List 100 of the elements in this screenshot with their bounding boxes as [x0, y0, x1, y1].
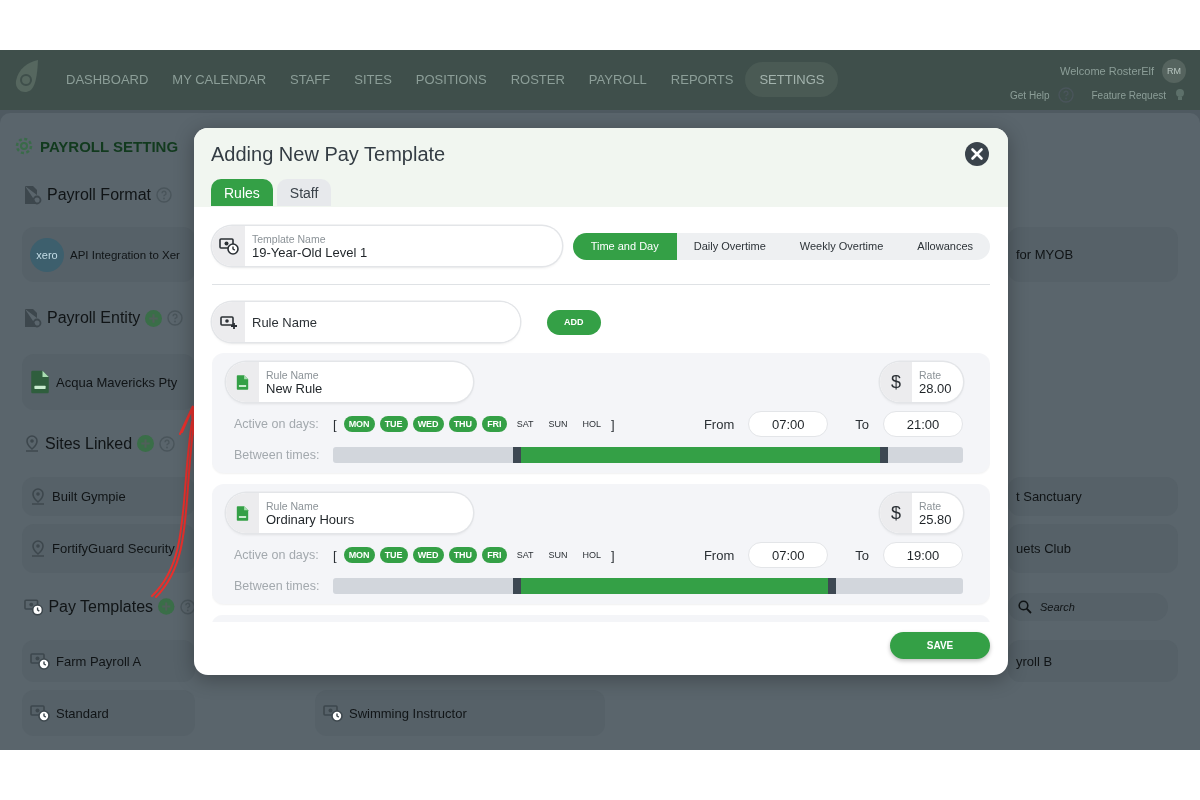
nav-tab[interactable]: SETTINGS [745, 62, 839, 97]
from-time-field[interactable]: 07:00 [748, 542, 829, 568]
add-button[interactable]: ADD [547, 309, 601, 335]
money-clock-icon [218, 237, 239, 255]
nav-tab[interactable]: MY CALENDAR [160, 64, 279, 95]
plus-icon[interactable] [145, 309, 163, 327]
nav-tab[interactable]: SITES [342, 64, 404, 95]
location-pin-icon [24, 434, 40, 453]
list-item[interactable]: Swimming Instructor [315, 690, 605, 736]
day-toggle[interactable]: SAT [511, 416, 539, 432]
search-icon [1018, 599, 1032, 614]
day-toggle[interactable]: FRI [482, 416, 507, 432]
day-toggle[interactable]: SAT [511, 547, 539, 563]
rate-field[interactable]: $ Rate 25.80 [880, 493, 963, 533]
list-item[interactable]: xero API Integration to Xer [22, 227, 195, 282]
slider-handle[interactable] [512, 578, 521, 594]
nav-tab[interactable]: POSITIONS [403, 64, 499, 95]
csv-file-icon [236, 373, 249, 391]
plus-icon[interactable] [137, 435, 155, 452]
nav-tab[interactable]: ROSTER [498, 64, 577, 95]
list-item[interactable]: Standard [22, 690, 195, 736]
item-label: yroll B [1016, 653, 1053, 669]
time-range-slider[interactable] [333, 447, 963, 463]
day-toggle[interactable]: MON [343, 547, 375, 563]
nav-tab[interactable]: PAYROLL [576, 64, 659, 95]
rule-type-tab[interactable]: Time and Day [572, 232, 677, 260]
to-time-field[interactable]: 19:00 [883, 542, 963, 568]
list-item[interactable]: FortifyGuard Security [22, 524, 195, 573]
day-toggle[interactable]: THU [448, 547, 478, 563]
list-item[interactable]: for MYOB [1008, 227, 1178, 282]
logo-icon[interactable] [14, 59, 40, 93]
day-toggle[interactable]: MON [343, 416, 375, 432]
day-toggle[interactable]: SUN [543, 416, 573, 432]
time-range-slider[interactable] [333, 578, 963, 594]
tab[interactable]: Rules [211, 179, 273, 206]
days-label: Active on days: [234, 548, 320, 562]
rule-name-field[interactable]: Rule Name New Rule [226, 362, 473, 402]
rule-name-input[interactable]: Rule Name [212, 302, 520, 342]
slider-handle[interactable] [512, 447, 521, 463]
day-toggle[interactable]: HOL [577, 547, 606, 563]
close-icon[interactable] [965, 142, 989, 166]
list-item[interactable]: yroll B [1008, 640, 1178, 682]
item-label: t Sanctuary [1016, 489, 1082, 504]
rate-field[interactable]: $ Rate 28.00 [880, 362, 963, 402]
money-clock-icon [30, 704, 50, 722]
user-avatar[interactable]: RM [1162, 59, 1186, 83]
location-pin-icon [30, 487, 46, 506]
day-toggle[interactable]: SUN [543, 547, 573, 563]
save-button[interactable]: SAVE [890, 632, 990, 659]
item-label: Standard [56, 705, 109, 721]
help-icon[interactable] [179, 598, 195, 615]
csv-file-icon [236, 504, 249, 522]
nav-tab[interactable]: STAFF [278, 64, 343, 95]
rule-name-field[interactable]: Rule Name Ordinary Hours [226, 493, 473, 533]
help-link[interactable]: Get Help [1010, 89, 1050, 101]
settings-icon [14, 136, 34, 156]
bracket: ] [611, 416, 615, 432]
bracket: [ [333, 547, 337, 563]
tab[interactable]: Staff [276, 179, 332, 206]
list-item[interactable]: uets Club [1008, 524, 1178, 573]
from-label: From [703, 416, 735, 432]
list-item[interactable]: t Sanctuary [1008, 477, 1178, 516]
bracket: ] [611, 547, 615, 563]
rule-type-tab[interactable]: Weekly Overtime [782, 232, 901, 260]
item-label: Built Gympie [52, 489, 126, 504]
slider-handle[interactable] [880, 447, 889, 463]
item-label: API Integration to Xer [70, 248, 180, 261]
item-label: Swimming Instructor [349, 705, 467, 721]
rule-type-tab[interactable]: Allowances [900, 232, 990, 260]
logo: xero [30, 237, 64, 272]
to-label: To [855, 547, 869, 563]
day-toggle[interactable]: THU [448, 416, 478, 432]
to-time-field[interactable]: 21:00 [883, 411, 963, 437]
days-label: Active on days: [234, 417, 320, 431]
list-item[interactable]: Built Gympie [22, 477, 195, 516]
money-plus-icon [219, 314, 238, 330]
section-title: Payroll Format [47, 186, 152, 204]
list-item[interactable]: Acqua Mavericks Pty [22, 354, 195, 410]
to-label: To [855, 416, 869, 432]
day-toggle[interactable]: TUE [379, 416, 408, 432]
lightbulb-icon[interactable] [1174, 88, 1186, 102]
day-toggle[interactable]: HOL [577, 416, 606, 432]
nav-tab[interactable]: REPORTS [658, 64, 746, 95]
template-name-field[interactable]: Template Name 19-Year-Old Level 1 [212, 226, 562, 266]
item-label: for MYOB [1016, 247, 1074, 262]
search-field[interactable]: Search [1008, 592, 1168, 621]
welcome-text: Welcome RosterElf [1060, 65, 1154, 77]
day-toggle[interactable]: FRI [482, 547, 507, 563]
list-item[interactable]: Farm Payroll A [22, 640, 195, 682]
slider-handle[interactable] [827, 578, 836, 594]
day-toggle[interactable]: WED [412, 416, 444, 432]
times-label: Between times: [234, 579, 321, 593]
day-toggle[interactable]: WED [412, 547, 444, 563]
nav-tab[interactable]: DASHBOARD [54, 64, 161, 95]
from-time-field[interactable]: 07:00 [748, 411, 829, 437]
day-toggle[interactable]: TUE [379, 547, 408, 563]
feature-request-link[interactable]: Feature Request [1091, 89, 1166, 101]
rule-type-tab[interactable]: Daily Overtime [676, 232, 783, 260]
section-title: Sites Linked [45, 434, 133, 453]
item-label: Acqua Mavericks Pty [56, 374, 178, 390]
